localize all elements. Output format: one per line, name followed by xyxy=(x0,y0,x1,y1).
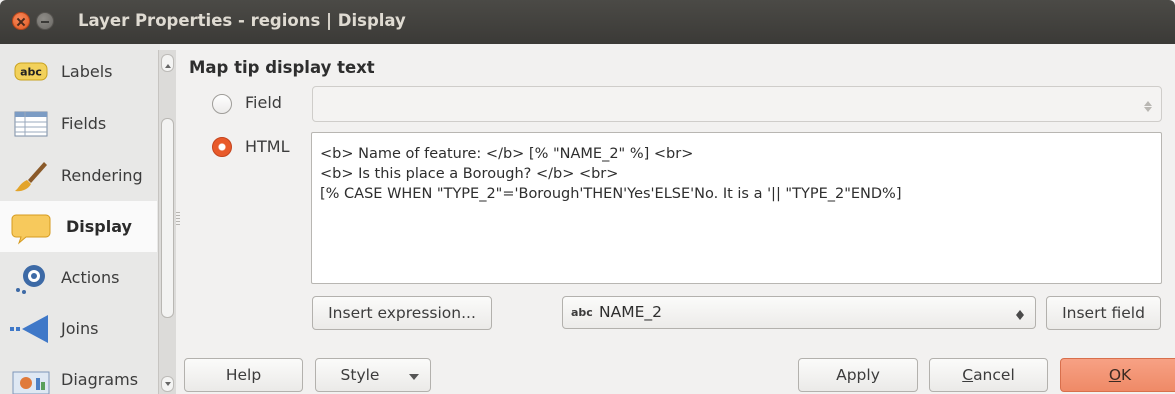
html-line: <b> Is this place a Borough? </b> <br> xyxy=(320,166,619,182)
html-line: <b> Name of feature: </b> [% "NAME_2" %]… xyxy=(320,146,694,162)
html-radio[interactable] xyxy=(212,137,232,157)
sidebar-item-label: Rendering xyxy=(61,166,143,185)
sidebar-item-label: Fields xyxy=(61,114,107,133)
apply-button[interactable]: Apply xyxy=(798,358,918,392)
sidebar-item-diagrams[interactable]: Diagrams xyxy=(0,354,157,394)
insert-expression-button[interactable]: Insert expression... xyxy=(312,296,492,330)
title-bar: Layer Properties - regions | Display xyxy=(0,0,1175,44)
cancel-button[interactable]: Cancel xyxy=(929,358,1048,392)
field-select-value: NAME_2 xyxy=(599,303,662,321)
cancel-label: Cancel xyxy=(962,366,1015,384)
fields-table-icon xyxy=(14,111,48,136)
close-window-icon[interactable] xyxy=(12,12,30,30)
diagrams-icon xyxy=(12,371,50,394)
section-title: Map tip display text xyxy=(189,58,375,77)
sidebar-item-labels[interactable]: abc Labels xyxy=(0,46,157,97)
splitter-handle[interactable] xyxy=(176,212,180,226)
field-select-combobox[interactable]: abc NAME_2 xyxy=(562,296,1036,329)
scroll-down-icon[interactable] xyxy=(161,376,174,392)
sidebar-item-actions[interactable]: Actions xyxy=(0,252,157,303)
ok-button[interactable]: OK xyxy=(1060,358,1175,392)
sidebar-item-fields[interactable]: Fields xyxy=(0,98,157,149)
window-title: Layer Properties - regions | Display xyxy=(78,11,406,30)
joins-arrow-icon xyxy=(10,314,48,343)
sidebar-item-rendering[interactable]: Rendering xyxy=(0,150,157,201)
sidebar-item-joins[interactable]: Joins xyxy=(0,303,157,354)
svg-text:abc: abc xyxy=(20,65,42,78)
string-type-icon: abc xyxy=(571,306,593,319)
scroll-up-icon[interactable] xyxy=(161,54,174,72)
sidebar: abc Labels Fields Rendering Display Acti… xyxy=(0,44,160,394)
spin-arrows-icon xyxy=(1015,306,1025,322)
field-radio[interactable] xyxy=(212,94,232,114)
actions-gear-icon xyxy=(16,264,45,294)
scrollbar-thumb[interactable] xyxy=(161,118,174,318)
spin-arrows-icon xyxy=(1143,97,1153,113)
dropdown-arrow-icon xyxy=(409,374,419,385)
field-radio-label: Field xyxy=(245,93,282,112)
display-speech-bubble-icon xyxy=(11,214,51,245)
sidebar-item-label: Joins xyxy=(61,319,99,338)
html-line: [% CASE WHEN "TYPE_2"='Borough'THEN'Yes'… xyxy=(320,186,902,202)
rendering-brush-icon xyxy=(15,161,47,191)
labels-abc-icon: abc xyxy=(14,62,48,80)
sidebar-item-label: Actions xyxy=(61,268,120,287)
html-text-editor[interactable]: <b> Name of feature: </b> [% "NAME_2" %]… xyxy=(311,132,1162,284)
field-combobox[interactable] xyxy=(312,86,1162,122)
sidebar-item-label: Display xyxy=(66,217,132,236)
help-button[interactable]: Help xyxy=(184,358,303,392)
sidebar-item-display[interactable]: Display xyxy=(0,201,157,252)
insert-field-button[interactable]: Insert field xyxy=(1046,296,1161,330)
sidebar-item-label: Labels xyxy=(61,62,113,81)
style-dropdown-button[interactable]: Style xyxy=(315,358,431,392)
minimize-window-icon[interactable] xyxy=(36,12,54,30)
style-button-label: Style xyxy=(340,366,380,384)
sidebar-item-label: Diagrams xyxy=(61,370,139,389)
ok-label: OK xyxy=(1108,366,1132,384)
html-radio-label: HTML xyxy=(245,137,290,156)
sidebar-scrollbar[interactable] xyxy=(158,50,176,394)
